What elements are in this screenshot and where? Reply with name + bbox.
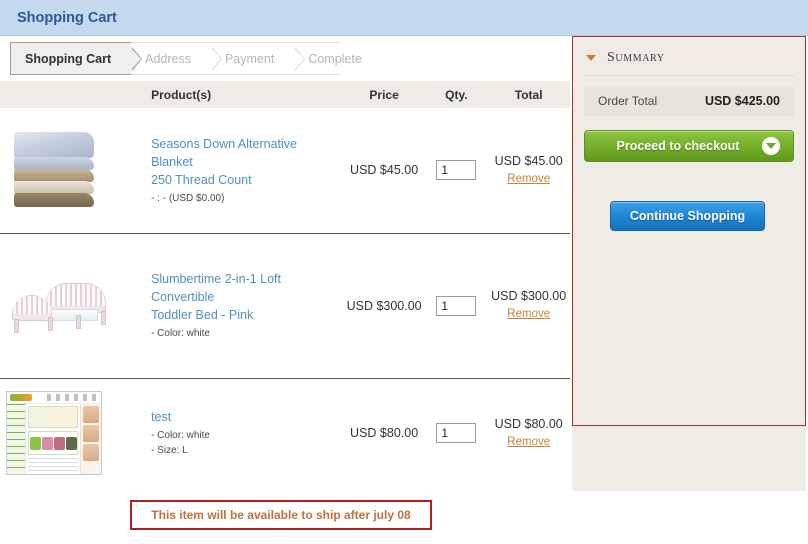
step-label: Payment	[224, 51, 275, 66]
column-header-product: Product(s)	[129, 81, 343, 108]
product-link[interactable]: Slumbertime 2-in-1 Loft Convertible Todd…	[151, 270, 337, 324]
product-option: - Color: white	[151, 430, 210, 442]
column-header-price: Price	[342, 81, 426, 108]
qty-input[interactable]	[436, 295, 477, 316]
cart-table: Product(s) Price Qty. Total Seasons Down…	[0, 81, 570, 488]
page-body: Shopping Cart Address Payment Complete P…	[0, 36, 808, 544]
chevron-down-circle-icon	[762, 137, 780, 155]
product-total: USD $45.00	[494, 153, 563, 168]
cart-main-column: Shopping Cart Address Payment Complete P…	[0, 36, 570, 530]
step-arrow-icon	[131, 47, 142, 70]
product-qty-cell	[425, 233, 488, 379]
product-info-cell: test - Color: white - Size: L	[129, 378, 343, 488]
product-image-cell	[0, 378, 129, 488]
column-header-qty: Qty.	[425, 81, 488, 108]
product-total: USD $300.00	[491, 289, 567, 303]
continue-shopping-button[interactable]: Continue Shopping	[610, 201, 765, 231]
step-label: Complete	[308, 51, 362, 66]
cart-table-header: Product(s) Price Qty. Total	[0, 81, 570, 108]
product-total-cell: USD $80.00 Remove	[487, 378, 570, 488]
order-total-label: Order Total	[598, 94, 658, 108]
product-info-cell: Slumbertime 2-in-1 Loft Convertible Todd…	[129, 233, 343, 379]
qty-input[interactable]	[436, 423, 477, 444]
step-label: Shopping Cart	[25, 51, 112, 66]
table-header-row: Product(s) Price Qty. Total	[0, 81, 570, 108]
table-row: Seasons Down Alternative Blanket 250 Thr…	[0, 108, 570, 234]
product-name-line1: Seasons Down Alternative Blanket	[151, 136, 297, 169]
summary-panel: Summary Order Total USD $425.00 Proceed …	[572, 36, 806, 491]
product-info-cell: Seasons Down Alternative Blanket 250 Thr…	[129, 108, 343, 234]
product-option: - Color: white	[151, 328, 210, 339]
order-total-value: USD $425.00	[704, 94, 780, 108]
product-name-line2: Toddler Bed - Pink	[151, 308, 254, 322]
remove-link[interactable]: Remove	[507, 436, 550, 448]
product-image-cell	[0, 233, 130, 379]
qty-input[interactable]	[436, 160, 477, 181]
product-link[interactable]: Seasons Down Alternative Blanket 250 Thr…	[151, 135, 337, 189]
step-arrow-icon	[210, 47, 221, 70]
product-price: USD $300.00	[342, 233, 426, 379]
continue-shopping-label: Continue Shopping	[629, 209, 746, 223]
product-image-cell	[0, 108, 130, 234]
summary-divider	[584, 75, 794, 76]
product-total: USD $80.00	[494, 416, 563, 431]
ship-availability-notice: This item will be available to ship afte…	[130, 500, 432, 530]
website-screenshot-image[interactable]	[6, 391, 102, 476]
proceed-to-checkout-button[interactable]: Proceed to checkout	[584, 130, 794, 162]
page-header: Shopping Cart	[0, 0, 808, 36]
summary-title: Summary	[607, 50, 665, 65]
blanket-stack-image[interactable]	[6, 126, 104, 215]
product-qty-cell	[425, 378, 487, 488]
remove-link[interactable]: Remove	[507, 308, 550, 320]
cart-table-body: Seasons Down Alternative Blanket 250 Thr…	[0, 108, 570, 488]
toddler-bed-image[interactable]	[6, 274, 116, 337]
product-name-line1: Slumbertime 2-in-1 Loft Convertible	[151, 272, 281, 304]
step-payment[interactable]: Payment	[210, 43, 306, 74]
step-shopping-cart[interactable]: Shopping Cart	[10, 42, 143, 75]
step-address[interactable]: Address	[131, 43, 222, 74]
page-title: Shopping Cart	[17, 9, 117, 26]
checkout-steps: Shopping Cart Address Payment Complete	[10, 42, 382, 75]
order-total-row: Order Total USD $425.00	[584, 86, 794, 116]
column-header-total: Total	[487, 81, 570, 108]
product-price: USD $45.00	[342, 108, 426, 234]
table-row: test - Color: white - Size: L USD $80.00…	[0, 378, 570, 488]
product-option: - : - (USD $0.00)	[151, 192, 225, 204]
step-label: Address	[145, 51, 191, 66]
product-option: - Size: L	[151, 445, 188, 457]
column-header-image	[0, 81, 130, 108]
product-total-cell: USD $300.00 Remove	[487, 233, 570, 379]
product-qty-cell	[425, 108, 488, 234]
product-name-line2: 250 Thread Count	[151, 172, 252, 187]
remove-link[interactable]: Remove	[507, 173, 550, 185]
step-arrow-icon	[294, 47, 305, 70]
product-price: USD $80.00	[350, 426, 419, 441]
table-row: Slumbertime 2-in-1 Loft Convertible Todd…	[0, 233, 570, 379]
ship-notice-text: This item will be available to ship afte…	[151, 508, 411, 522]
proceed-to-checkout-label: Proceed to checkout	[616, 139, 740, 153]
summary-header[interactable]: Summary	[572, 36, 806, 66]
chevron-down-icon[interactable]	[586, 55, 596, 61]
step-complete[interactable]: Complete	[294, 43, 382, 74]
product-name-line1: test	[151, 410, 172, 425]
product-total-cell: USD $45.00 Remove	[487, 108, 570, 234]
product-link[interactable]: test	[151, 408, 337, 426]
